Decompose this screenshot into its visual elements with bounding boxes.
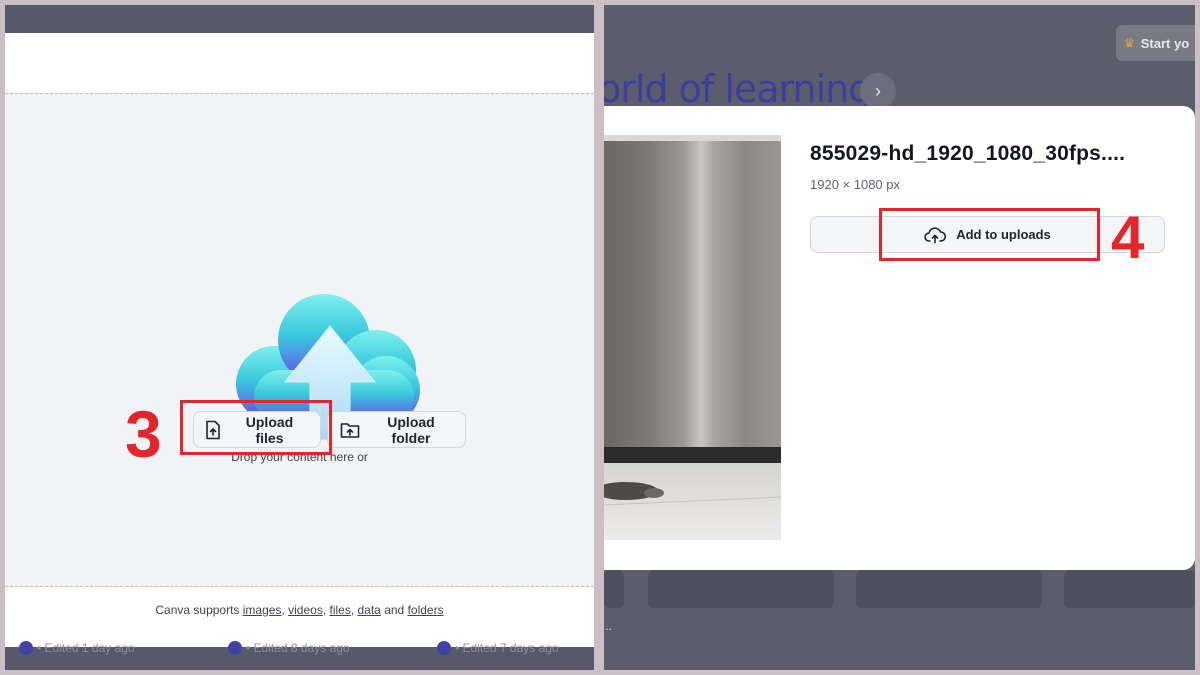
files-link[interactable]: files xyxy=(329,603,350,617)
design-edited-info: • Edited 1 day ago xyxy=(19,641,135,655)
design-type-icon xyxy=(228,641,242,655)
panel-divider xyxy=(594,0,604,675)
crown-icon: ♛ xyxy=(1124,36,1135,50)
design-type-icon xyxy=(19,641,33,655)
background-card xyxy=(648,570,834,608)
folder-upload-icon xyxy=(340,422,360,438)
design-edited-info: • Edited 7 days ago xyxy=(437,641,559,655)
edited-time-text: • Edited 1 day ago xyxy=(37,641,135,655)
step-3-highlight-box xyxy=(180,400,332,455)
step-4-highlight-box xyxy=(879,208,1100,261)
background-heading: orld of learning xyxy=(604,67,872,111)
step-4-label: 4 xyxy=(1111,204,1145,271)
start-trial-label: Start yo xyxy=(1140,35,1190,51)
drop-zone[interactable]: Drop your content here or xyxy=(5,93,594,587)
file-detail-panel: orld of learning › ♛ Start yo ... xyxy=(604,5,1195,670)
supports-and: and xyxy=(384,603,405,617)
background-card xyxy=(604,570,624,608)
step-3-label: 3 xyxy=(125,397,162,471)
edited-time-text: • Edited 7 days ago xyxy=(455,641,559,655)
background-dots: ... xyxy=(604,619,613,633)
upload-panel: Drop your content here or Upload files U… xyxy=(5,5,594,670)
upload-folder-label: Upload folder xyxy=(387,413,435,446)
supports-prefix: Canva supports xyxy=(155,603,240,617)
video-preview-thumbnail[interactable] xyxy=(604,135,781,540)
chevron-right-icon[interactable]: › xyxy=(860,73,896,109)
design-edited-info: • Edited 8 days ago xyxy=(228,641,350,655)
edited-time-text: • Edited 8 days ago xyxy=(246,641,350,655)
background-card xyxy=(856,570,1042,608)
upload-folder-button[interactable]: Upload folder xyxy=(327,411,466,448)
upload-dialog: Drop your content here or Upload files U… xyxy=(5,33,594,647)
images-link[interactable]: images xyxy=(243,603,282,617)
videos-link[interactable]: videos xyxy=(288,603,323,617)
design-type-icon xyxy=(437,641,451,655)
file-detail-dialog: 855029-hd_1920_1080_30fps.... 1920 × 108… xyxy=(604,106,1195,570)
file-dimensions: 1920 × 1080 px xyxy=(810,177,900,192)
supported-formats-text: Canva supports images, videos, files, da… xyxy=(155,603,444,617)
file-name-title: 855029-hd_1920_1080_30fps.... xyxy=(810,142,1126,165)
data-link[interactable]: data xyxy=(358,603,381,617)
folders-link[interactable]: folders xyxy=(408,603,444,617)
start-trial-button[interactable]: ♛ Start yo xyxy=(1116,25,1195,61)
background-card xyxy=(1064,570,1195,608)
